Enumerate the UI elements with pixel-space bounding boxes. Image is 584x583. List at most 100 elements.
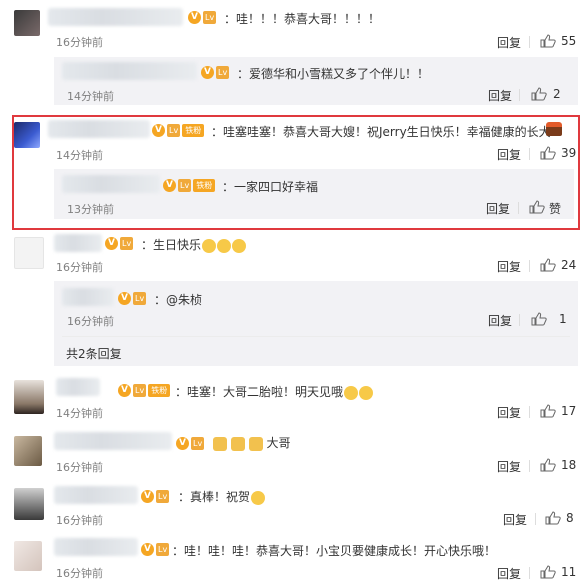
level-badge-icon: Lv xyxy=(167,124,181,137)
username-blurred[interactable] xyxy=(54,486,138,504)
level-badge-icon: Lv xyxy=(133,292,147,305)
separator xyxy=(529,36,530,48)
separator xyxy=(518,202,519,214)
avatar[interactable] xyxy=(14,10,40,36)
comment-time: 14分钟前 xyxy=(56,407,103,420)
reply-button[interactable]: 回复 xyxy=(497,258,521,275)
fan-badge: 铁粉 xyxy=(148,384,171,397)
comment-text: ：哇塞哇塞！恭喜大哥大嫂！祝Jerry生日快乐！幸福健康的长大 xyxy=(211,125,551,139)
reply-button[interactable]: 回复 xyxy=(488,87,512,104)
thumbs-up-icon[interactable] xyxy=(540,565,556,579)
username-blurred[interactable] xyxy=(62,288,114,306)
verified-icon: V xyxy=(141,543,154,556)
avatar[interactable] xyxy=(14,237,44,269)
username-blurred[interactable] xyxy=(48,8,183,26)
level-badge-icon: Lv xyxy=(178,179,192,192)
separator xyxy=(535,513,536,525)
thumbs-up-icon[interactable] xyxy=(540,458,556,472)
reply-time: 14分钟前 xyxy=(67,90,114,103)
separator xyxy=(529,567,530,579)
smile-emoji-icon xyxy=(202,238,217,253)
reply-button[interactable]: 回复 xyxy=(488,312,512,329)
reply-button[interactable]: 回复 xyxy=(497,565,521,582)
like-count: 8 xyxy=(566,511,574,525)
like-count: 55 xyxy=(561,34,577,48)
thumbs-up-icon[interactable] xyxy=(540,34,556,48)
comment-text: ：哇！！！恭喜大哥！！！！ xyxy=(224,12,381,26)
divider xyxy=(62,336,570,337)
level-badge-icon: Lv xyxy=(156,543,170,556)
avatar[interactable] xyxy=(14,122,40,148)
separator xyxy=(529,148,530,160)
thumbs-up-icon[interactable] xyxy=(529,200,545,214)
avatar[interactable] xyxy=(14,488,44,520)
avatar[interactable] xyxy=(14,541,42,571)
username-blurred[interactable] xyxy=(56,378,100,396)
verified-icon: V xyxy=(163,179,176,192)
username-blurred[interactable] xyxy=(54,538,138,556)
reply-button[interactable]: 回复 xyxy=(497,404,521,421)
level-badge-icon: Lv xyxy=(133,384,147,397)
like-count: 18 xyxy=(561,458,577,472)
reply-time: 13分钟前 xyxy=(67,203,114,216)
reply-text: ：@朱桢 xyxy=(154,293,203,307)
like-count: 1 xyxy=(559,312,567,326)
avatar[interactable] xyxy=(14,436,42,466)
like-count: 2 xyxy=(553,87,561,101)
comment-time: 16分钟前 xyxy=(56,567,103,580)
comment-time: 16分钟前 xyxy=(56,514,103,527)
verified-icon: V xyxy=(118,384,131,397)
username-blurred[interactable] xyxy=(62,175,160,193)
reply-button[interactable]: 回复 xyxy=(497,458,521,475)
thumbs-up-icon[interactable] xyxy=(540,146,556,160)
username-blurred[interactable] xyxy=(48,120,150,138)
verified-icon: V xyxy=(118,292,131,305)
verified-icon: V xyxy=(152,124,165,137)
thumbs-up-emoji-icon xyxy=(230,436,245,451)
comment-time: 16分钟前 xyxy=(56,36,103,49)
comment-text: ：哇！哇！哇！恭喜大哥！小宝贝要健康成长！开心快乐哦！ xyxy=(172,544,497,558)
thumbs-up-icon[interactable] xyxy=(531,87,547,101)
view-more-replies-link[interactable]: 共2条回复 xyxy=(66,345,122,362)
comment-text: ：哇塞！大哥二胎啦！明天见哦 xyxy=(175,385,344,399)
fan-badge: 铁粉 xyxy=(193,179,216,192)
separator xyxy=(519,89,520,101)
username-blurred[interactable] xyxy=(54,234,102,252)
like-count: 24 xyxy=(561,258,577,272)
grin-emoji-icon xyxy=(344,385,359,400)
thumbs-up-emoji-icon xyxy=(213,436,227,451)
separator xyxy=(529,460,530,472)
reply-text: ：一家四口好幸福 xyxy=(222,180,319,194)
comment-text: ：生日快乐 xyxy=(141,238,202,252)
thumbs-up-icon[interactable] xyxy=(540,404,556,418)
level-badge-icon: Lv xyxy=(216,66,230,79)
separator xyxy=(519,314,520,326)
separator xyxy=(529,406,530,418)
thumbs-up-icon[interactable] xyxy=(545,511,561,525)
grin-emoji-icon xyxy=(359,385,374,400)
reply-button[interactable]: 回复 xyxy=(497,34,521,51)
like-count: 11 xyxy=(561,565,577,579)
cake-emoji-icon xyxy=(546,122,562,136)
level-badge-icon: Lv xyxy=(191,437,205,450)
avatar[interactable] xyxy=(14,380,44,414)
thumbs-up-icon[interactable] xyxy=(540,258,556,272)
comment-text: 大哥 xyxy=(266,436,291,450)
level-badge-icon: Lv xyxy=(156,490,170,503)
thumbs-up-icon[interactable] xyxy=(531,312,547,326)
verified-icon: V xyxy=(176,437,189,450)
verified-icon: V xyxy=(201,66,214,79)
reply-button[interactable]: 回复 xyxy=(503,511,527,528)
comment-time: 16分钟前 xyxy=(56,461,103,474)
verified-icon: V xyxy=(141,490,154,503)
verified-icon: V xyxy=(188,11,201,24)
reply-text: ：爱德华和小雪糕又多了个伴儿！！ xyxy=(237,67,430,81)
thumbs-up-emoji-icon xyxy=(248,436,263,451)
comment-time: 16分钟前 xyxy=(56,261,103,274)
fan-badge: 铁粉 xyxy=(182,124,205,137)
username-blurred[interactable] xyxy=(54,432,172,450)
reply-button[interactable]: 回复 xyxy=(486,200,510,217)
reply-button[interactable]: 回复 xyxy=(497,146,521,163)
separator xyxy=(529,260,530,272)
username-blurred[interactable] xyxy=(62,62,197,80)
